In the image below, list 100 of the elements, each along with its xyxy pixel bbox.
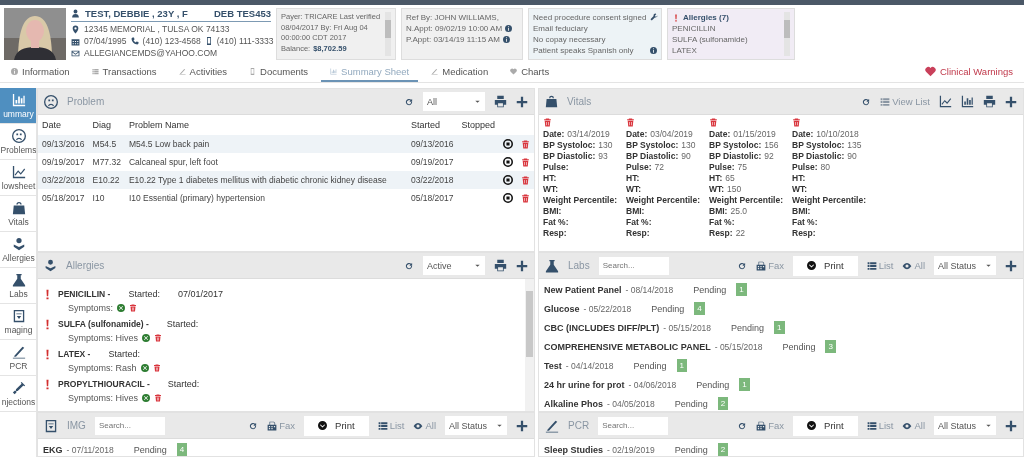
filter-dropdown[interactable]: All Status [445,416,507,435]
filter-dropdown[interactable]: All Status [934,416,996,435]
allergy-name: PENICILLIN - [58,289,111,299]
order-name: Alkaline Phos [544,398,604,409]
vital-field: Date: 10/10/2018 [792,129,875,140]
delete-icon[interactable] [154,334,162,342]
refresh-icon[interactable] [248,420,259,431]
symptoms-text: Symptoms: Hives [68,393,138,403]
remove-icon[interactable] [142,394,150,402]
count-badge: 3 [825,340,836,353]
add-icon[interactable] [516,419,528,432]
pencil-icon [431,68,439,75]
add-icon[interactable] [1005,419,1017,432]
vital-field: Pulse: 80 [792,162,875,173]
scrollbar[interactable] [784,12,790,56]
refresh-icon[interactable] [737,260,748,271]
filter-dropdown[interactable]: Active [423,256,485,275]
tab[interactable]: Medication [422,63,498,82]
panel-icon [545,258,559,273]
vital-field: Fat %: [543,217,626,228]
scrollbar[interactable] [385,12,391,56]
print-button[interactable]: Print [793,255,858,276]
print-button[interactable]: Print [304,415,369,436]
vital-field: WT: [792,184,875,195]
note-text: Patient speaks Spanish only [533,45,634,56]
panel-icon [545,418,559,433]
order-status: Pending [782,341,816,352]
started-label: Started: [167,379,200,389]
table-cell: 03/22/2018 [406,171,458,189]
phone-icon [130,37,139,45]
print-icon[interactable] [983,95,996,108]
tab[interactable]: Activities [169,63,237,82]
tab[interactable]: Information [2,63,79,82]
filter-dropdown[interactable]: All Status [934,256,996,275]
info-icon[interactable] [503,36,510,43]
remove-icon[interactable] [142,334,150,342]
delete-icon[interactable] [152,364,161,372]
delete-icon[interactable] [521,140,530,150]
remove-icon[interactable] [140,364,149,372]
search-field[interactable]: Search... [598,416,669,435]
stop-icon[interactable] [503,193,513,204]
add-icon[interactable] [1005,259,1017,272]
delete-icon[interactable] [129,304,137,312]
delete-icon[interactable] [709,118,718,128]
stop-icon[interactable] [503,139,513,150]
add-icon[interactable] [516,259,528,272]
tab[interactable]: Transactions [82,63,166,82]
delete-icon[interactable] [521,194,530,204]
filter-dropdown[interactable]: All [423,92,485,111]
info-icon[interactable] [650,47,657,55]
order-status: Pending [731,322,765,333]
order-status: Pending [674,398,708,409]
bar-chart-icon[interactable] [961,95,974,108]
delete-icon[interactable] [521,176,530,186]
info-icon[interactable] [505,25,513,32]
delete-icon[interactable] [626,118,635,128]
vital-field: Weight Percentile: [792,195,875,206]
panel-title: IMG [67,420,86,431]
order-status: Pending [133,444,167,455]
print-icon[interactable] [494,259,507,272]
scrollbar[interactable] [525,279,534,411]
caret-icon [474,98,481,105]
vital-field: Resp: 22 [709,228,792,239]
order-date: - 04/05/2018 [607,398,655,409]
order-name: Sleep Studies [544,444,604,455]
clinical-warnings-link[interactable]: Clinical Warnings [915,63,1022,82]
vitals-icon [545,95,558,108]
allergy-name: SULFA (sulfonamide) [672,34,748,45]
stop-icon[interactable] [503,175,513,186]
add-icon[interactable] [1005,95,1017,108]
tab[interactable]: Documents [240,63,318,82]
line-chart-icon[interactable] [939,95,952,108]
tab[interactable]: Charts [501,63,559,82]
vital-field: HT: [543,173,626,184]
list-icon [880,96,891,107]
note-text: Email feduciary [533,23,588,34]
delete-icon[interactable] [792,118,801,128]
print-icon[interactable] [494,95,507,108]
column-header: Problem Name [124,115,407,135]
vital-field: BMI: [626,206,709,217]
delete-icon[interactable] [154,394,162,402]
count-badge: 4 [176,443,188,456]
search-field[interactable]: Search... [94,416,165,435]
table-cell: E10.22 Type 1 diabetes mellitus with diabetic chronic kidney disease [124,171,407,189]
vital-field: HT: [626,173,709,184]
search-field[interactable]: Search... [598,256,669,275]
refresh-icon[interactable] [861,96,872,107]
delete-icon[interactable] [521,158,530,168]
print-button[interactable]: Print [793,415,858,436]
refresh-icon[interactable] [737,420,748,431]
add-icon[interactable] [516,95,528,108]
count-badge: 4 [694,302,705,315]
chevron-icon [807,261,817,270]
refresh-icon[interactable] [404,96,414,107]
column-header: Stopped [457,115,499,135]
stop-icon[interactable] [503,157,513,168]
wrench-icon[interactable] [650,12,658,21]
refresh-icon[interactable] [404,260,414,271]
delete-icon[interactable] [543,118,552,128]
remove-icon[interactable] [117,304,125,312]
